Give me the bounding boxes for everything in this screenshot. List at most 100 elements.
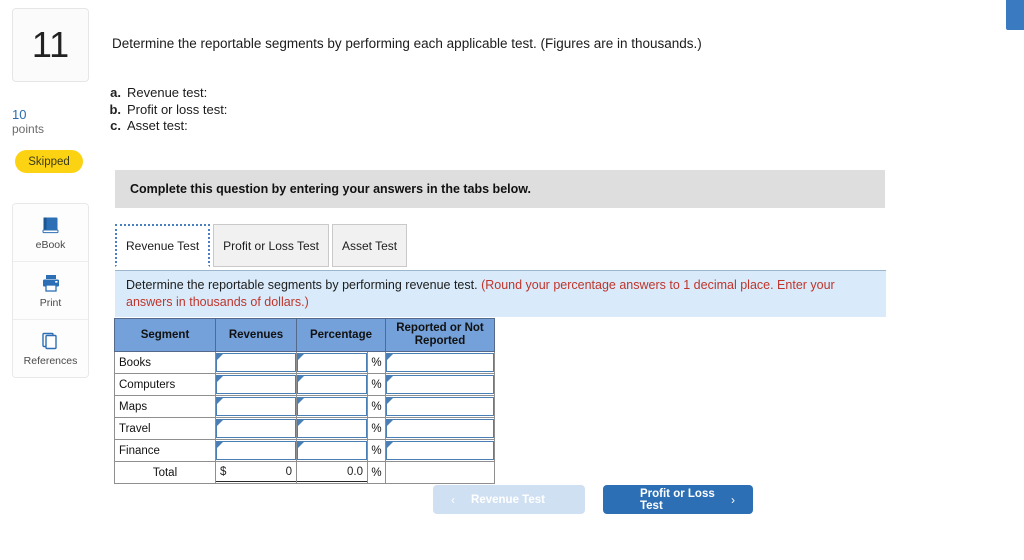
sub-item-text: Revenue test: <box>127 85 208 100</box>
total-revenue-cell: $ 0 <box>215 461 297 484</box>
next-tab-button[interactable]: Profit or Loss Test › <box>603 485 753 514</box>
question-sidebar: 11 10 points Skipped eBook Print Referen… <box>0 0 100 560</box>
segment-name: Travel <box>114 417 216 440</box>
answer-tabs: Revenue Test Profit or Loss Test Asset T… <box>115 224 410 267</box>
reported-cell <box>385 395 495 418</box>
percentage-cell <box>296 351 368 374</box>
total-currency-symbol: $ <box>220 466 227 478</box>
tab-asset-test[interactable]: Asset Test <box>332 224 408 267</box>
percentage-input[interactable] <box>297 441 367 460</box>
list-item: a. Revenue test: <box>108 85 227 102</box>
revenue-cell <box>215 351 297 374</box>
segment-name: Computers <box>114 373 216 396</box>
segment-name: Finance <box>114 439 216 462</box>
print-button[interactable]: Print <box>13 262 88 320</box>
complete-question-banner: Complete this question by entering your … <box>115 170 885 208</box>
instruction-black-text: Determine the reportable segments by per… <box>126 278 478 292</box>
tab-label: Revenue Test <box>126 238 200 253</box>
book-icon <box>40 214 61 236</box>
percent-symbol: % <box>367 417 386 440</box>
points-label: points <box>12 121 45 136</box>
ebook-label: eBook <box>35 239 66 251</box>
percentage-cell <box>296 439 368 462</box>
total-percent-symbol: % <box>367 461 386 484</box>
total-percentage-value: 0.0 <box>297 463 367 482</box>
table-row: Books % <box>114 351 495 374</box>
revenue-input[interactable] <box>216 375 296 394</box>
references-label: References <box>23 355 78 367</box>
percentage-cell <box>296 417 368 440</box>
table-body: Books % Computers % Maps % Travel % Fina… <box>114 351 495 484</box>
status-badge: Skipped <box>15 150 83 173</box>
header-reported-or-not: Reported or Not Reported <box>385 318 495 352</box>
revenue-input[interactable] <box>216 397 296 416</box>
revenue-cell <box>215 417 297 440</box>
tab-label: Profit or Loss Test <box>223 238 319 253</box>
list-item: c. Asset test: <box>108 118 227 135</box>
percentage-input[interactable] <box>297 375 367 394</box>
tab-revenue-test[interactable]: Revenue Test <box>115 224 211 267</box>
question-prompt: Determine the reportable segments by per… <box>112 36 702 51</box>
printer-icon <box>40 272 62 294</box>
reported-select[interactable] <box>386 419 494 438</box>
revenue-input[interactable] <box>216 419 296 438</box>
complete-question-text: Complete this question by entering your … <box>130 182 531 196</box>
points-block: 10 points <box>12 107 45 137</box>
question-number: 11 <box>31 24 70 65</box>
sub-item-text: Profit or loss test: <box>127 101 228 117</box>
sub-item-key: b. <box>109 101 121 117</box>
percent-symbol: % <box>367 373 386 396</box>
percentage-cell <box>296 373 368 396</box>
next-tab-label: Profit or Loss Test <box>639 487 715 512</box>
reported-select[interactable] <box>386 375 494 394</box>
table-row: Computers % <box>114 373 495 396</box>
header-revenues: Revenues <box>215 318 297 352</box>
sub-item-text: Asset test: <box>127 118 188 133</box>
tab-navigation: ‹ Revenue Test Profit or Loss Test › <box>433 485 753 514</box>
tool-button-stack: eBook Print References <box>12 203 89 378</box>
prev-tab-label: Revenue Test <box>471 493 545 506</box>
percent-symbol: % <box>367 351 386 374</box>
percent-symbol: % <box>367 439 386 462</box>
answer-table-wrapper: Segment Revenues Percentage Reported or … <box>114 318 495 484</box>
reported-cell <box>385 439 495 462</box>
segment-name: Books <box>114 351 216 374</box>
chevron-right-icon: › <box>731 492 735 507</box>
header-segment: Segment <box>114 318 216 352</box>
references-icon <box>40 330 61 352</box>
total-percentage-cell: 0.0 <box>296 461 368 484</box>
segment-name: Maps <box>114 395 216 418</box>
percentage-input[interactable] <box>297 419 367 438</box>
total-revenue-value: 0 <box>285 466 292 478</box>
ebook-button[interactable]: eBook <box>13 204 88 262</box>
question-number-box: 11 <box>12 8 89 82</box>
tab-profit-or-loss-test[interactable]: Profit or Loss Test <box>213 224 329 267</box>
percentage-cell <box>296 395 368 418</box>
reported-select[interactable] <box>386 353 494 372</box>
revenue-cell <box>215 439 297 462</box>
chevron-left-icon: ‹ <box>451 492 456 507</box>
total-label: Total <box>114 461 216 484</box>
sub-items-list: a. Revenue test: b. Profit or loss test:… <box>108 85 227 135</box>
total-reported-cell <box>385 461 495 484</box>
header-percentage: Percentage <box>296 318 386 352</box>
table-row: Maps % <box>114 395 495 418</box>
question-main: Determine the reportable segments by per… <box>100 0 1024 560</box>
percentage-input[interactable] <box>297 353 367 372</box>
table-total-row: Total $ 0 0.0 % <box>114 461 495 484</box>
references-button[interactable]: References <box>13 320 88 377</box>
revenue-input[interactable] <box>216 353 296 372</box>
sub-item-key: a. <box>110 85 121 100</box>
tab-label: Asset Test <box>342 238 398 253</box>
reported-select[interactable] <box>386 397 494 416</box>
list-item: b. Profit or loss test: <box>108 102 227 119</box>
revenue-cell <box>215 373 297 396</box>
percentage-input[interactable] <box>297 397 367 416</box>
revenue-cell <box>215 395 297 418</box>
reported-select[interactable] <box>386 441 494 460</box>
revenue-test-table: Segment Revenues Percentage Reported or … <box>114 318 495 484</box>
reported-cell <box>385 417 495 440</box>
revenue-input[interactable] <box>216 441 296 460</box>
prev-tab-button[interactable]: ‹ Revenue Test <box>433 485 585 514</box>
table-row: Travel % <box>114 417 495 440</box>
